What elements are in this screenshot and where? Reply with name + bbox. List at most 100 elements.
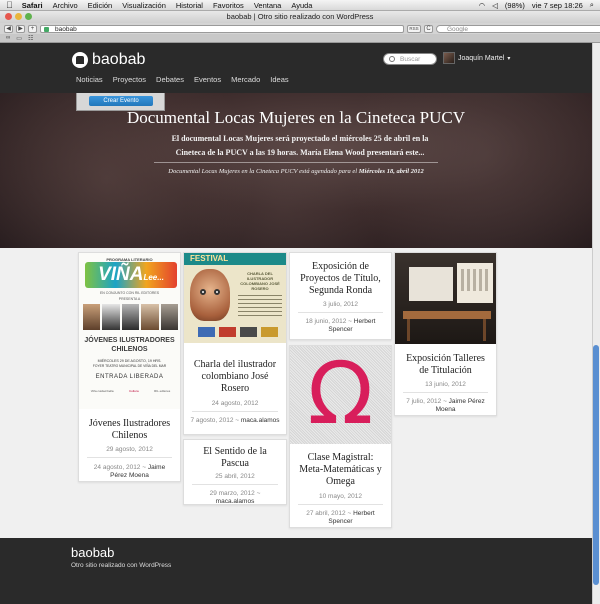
menu-ayuda[interactable]: Ayuda	[291, 1, 312, 10]
reload-button[interactable]: C	[424, 24, 433, 33]
omega-image: Ω	[290, 346, 391, 444]
card-meta: 7 julio, 2012 ~ Jaime Pérez Moena	[395, 398, 496, 414]
card-date: 29 agosto, 2012	[106, 446, 153, 453]
event-card[interactable]: Exposición Talleres de Titulación 13 jun…	[394, 252, 497, 416]
bookmarks-bar: ∞ ▭ ☷	[0, 34, 600, 43]
site-search-input[interactable]: Buscar	[383, 53, 437, 65]
card-meta-date: 27 abril, 2012	[306, 510, 346, 517]
card-divider	[298, 312, 383, 313]
zoom-window-button[interactable]	[25, 13, 32, 20]
search-icon	[389, 56, 395, 62]
card-title[interactable]: Jóvenes Ilustradores Chilenos	[79, 418, 180, 442]
poster-logos: Viña cuidad bella Cultura RIL editores	[83, 389, 178, 393]
google-search-field[interactable]: Google	[436, 24, 600, 33]
card-meta-sep: ~	[347, 510, 352, 517]
card-meta-date: 24 agosto, 2012	[93, 464, 141, 471]
poster-logos	[198, 327, 278, 337]
card-title[interactable]: Exposición Talleres de Titulación	[395, 353, 496, 377]
battery-indicator[interactable]: (98%)	[505, 1, 525, 10]
scrollbar-thumb[interactable]	[593, 345, 599, 585]
minimize-window-button[interactable]	[15, 13, 22, 20]
poster-title-1: JÓVENES ILUSTRADORES	[84, 337, 175, 344]
nav-noticias[interactable]: Noticias	[76, 75, 103, 84]
poster-heading: FESTIVAL	[190, 254, 229, 263]
card-title[interactable]: Clase Magistral: Meta-Matemáticas y Omeg…	[290, 452, 391, 488]
forward-button[interactable]: ▶	[16, 24, 25, 33]
favicon-icon	[44, 26, 49, 32]
nav-proyectos[interactable]: Proyectos	[113, 75, 146, 84]
exhibition-photo	[395, 253, 496, 344]
poster-sub: EN CONJUNTO CON RIL EDITORES	[99, 291, 160, 295]
top-sites-icon[interactable]: ▭	[16, 35, 22, 42]
nav-eventos[interactable]: Eventos	[194, 75, 221, 84]
user-menu[interactable]: Joaquín Martel ▾	[443, 52, 510, 64]
event-card[interactable]: El Sentido de la Pascua 25 abril, 2012 2…	[183, 439, 287, 505]
card-date: 25 abril, 2012	[215, 473, 255, 480]
menu-safari[interactable]: Safari	[22, 1, 43, 10]
card-divider	[403, 392, 488, 393]
card-divider	[87, 457, 172, 458]
macos-menubar:  Safari Archivo Edición Visualización H…	[0, 0, 600, 11]
card-author[interactable]: maca.alamos	[241, 417, 280, 424]
logo-vina: Viña cuidad bella	[90, 389, 114, 393]
volume-icon[interactable]: ◁	[492, 1, 498, 10]
back-button[interactable]: ◀	[4, 24, 13, 33]
skull-eye-icon	[200, 289, 206, 295]
reading-list-icon[interactable]: ∞	[6, 35, 10, 41]
hero-description: El documental Locas Mujeres será proyect…	[171, 134, 429, 157]
avatar	[443, 52, 455, 64]
card-title[interactable]: Exposición de Proyectos de Título, Segun…	[290, 261, 391, 297]
create-event-button[interactable]: Crear Evento	[89, 96, 153, 106]
site-logo-text: baobab	[92, 51, 146, 68]
add-bookmark-button[interactable]: +	[28, 24, 37, 33]
address-bar[interactable]: baobab	[40, 24, 404, 33]
nav-ideas[interactable]: Ideas	[270, 75, 288, 84]
apple-menu-icon[interactable]: 	[6, 0, 13, 10]
poster-brand-suffix: Lee...	[143, 273, 164, 282]
menu-archivo[interactable]: Archivo	[53, 1, 78, 10]
event-card[interactable]: PROGRAMA LITERARIO VIÑALee... EN CONJUNT…	[78, 252, 181, 482]
footer-logo[interactable]: baobab	[71, 545, 114, 560]
hero-title[interactable]: Documental Locas Mujeres en la Cineteca …	[0, 108, 592, 128]
nav-debates[interactable]: Debates	[156, 75, 184, 84]
event-card[interactable]: FESTIVAL CHARLA DEL ILUSTRADOR COLOMBIAN…	[183, 252, 287, 435]
card-date: 24 agosto, 2012	[211, 400, 259, 407]
chevron-down-icon: ▾	[507, 55, 511, 62]
event-card[interactable]: Exposición de Proyectos de Título, Segun…	[289, 252, 392, 340]
card-author[interactable]: maca.alamos	[216, 498, 255, 505]
card-title[interactable]: Charla del ilustrador colombiano José Ro…	[184, 359, 286, 395]
rss-button[interactable]: RSS	[407, 24, 421, 33]
menu-visualizacion[interactable]: Visualización	[122, 1, 166, 10]
wifi-icon[interactable]: ◠	[479, 1, 486, 10]
card-title[interactable]: El Sentido de la Pascua	[184, 446, 286, 470]
site-logo[interactable]: baobab	[72, 51, 145, 69]
card-divider	[298, 504, 383, 505]
poster-title: CHARLA DEL ILUSTRADOR COLOMBIANO JOSÉ RO…	[240, 271, 280, 291]
menu-favoritos[interactable]: Favoritos	[213, 1, 244, 10]
card-meta-date: 29 marzo, 2012	[209, 490, 255, 497]
site-search-placeholder: Buscar	[400, 56, 421, 63]
menu-edicion[interactable]: Edición	[88, 1, 113, 10]
menu-historial[interactable]: Historial	[176, 1, 203, 10]
card-meta: 7 agosto, 2012 ~ maca.alamos	[184, 417, 286, 425]
site-footer: baobab Otro sitio realizado con WordPres…	[0, 538, 592, 604]
window-titlebar: baobab | Otro sitio realizado con WordPr…	[0, 11, 600, 23]
baobab-logo-icon	[72, 52, 88, 68]
close-window-button[interactable]	[5, 13, 12, 20]
card-meta-date: 7 agosto, 2012	[190, 417, 234, 424]
clock[interactable]: vie 7 sep 18:26	[532, 1, 583, 10]
bookmarks-grid-icon[interactable]: ☷	[28, 35, 33, 42]
browser-toolbar: ◀ ▶ + baobab RSS C Google	[0, 23, 600, 34]
featured-hero[interactable]: Crear Evento Documental Locas Mujeres en…	[0, 93, 592, 248]
footer-text: Otro sitio realizado con WordPress	[71, 562, 172, 569]
poster-photos	[83, 304, 179, 330]
card-date: 3 julio, 2012	[322, 301, 359, 308]
menu-ventana[interactable]: Ventana	[254, 1, 282, 10]
address-text: baobab	[55, 25, 77, 33]
spotlight-icon[interactable]: ⌕	[590, 0, 594, 10]
card-divider	[192, 484, 278, 485]
logo-ril: RIL editores	[154, 389, 171, 393]
event-card[interactable]: Ω Clase Magistral: Meta-Matemáticas y Om…	[289, 345, 392, 528]
poster-brand-text: VIÑA	[98, 264, 144, 285]
nav-mercado[interactable]: Mercado	[231, 75, 260, 84]
